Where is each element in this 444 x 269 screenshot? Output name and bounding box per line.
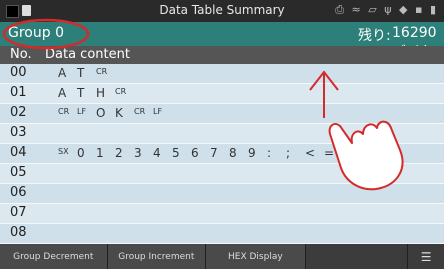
annotation-overlay	[2, 18, 404, 191]
swipe-up-hand-icon	[328, 120, 404, 191]
swipe-up-arrow-icon	[309, 70, 339, 118]
group-highlight-ellipse	[2, 18, 90, 50]
